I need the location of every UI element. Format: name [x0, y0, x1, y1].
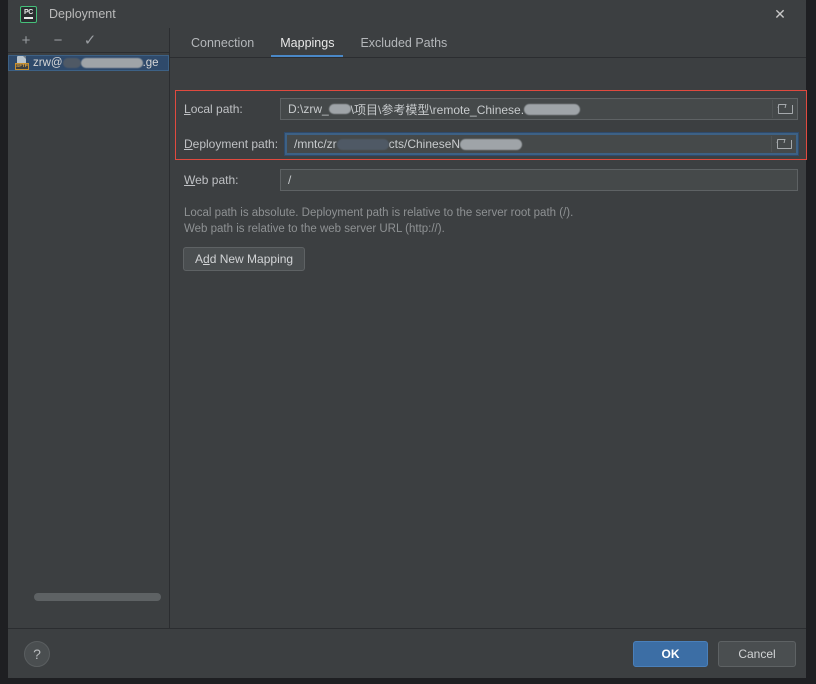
deployment-dialog: PC Deployment ✕ + − ✓ SFTP zrw@ .ge [0, 0, 816, 684]
window-edge-left [0, 0, 8, 684]
cancel-button[interactable]: Cancel [718, 641, 796, 667]
server-name-redaction-2 [81, 58, 143, 68]
local-path-redaction-1 [329, 104, 351, 114]
server-name-prefix: zrw@ [33, 57, 63, 69]
pycharm-icon: PC [20, 6, 37, 23]
sidebar-scrollbar-thumb[interactable] [34, 593, 161, 601]
web-path-label: Web path: [184, 173, 238, 187]
local-path-input[interactable]: D:\zrw_ \项目\参考模型\remote_Chinese. [280, 98, 798, 120]
title-bar: PC Deployment ✕ [8, 0, 806, 28]
add-server-button[interactable]: + [18, 32, 34, 48]
tab-connection[interactable]: Connection [178, 36, 267, 57]
server-list: SFTP zrw@ .ge [8, 52, 169, 604]
ok-button[interactable]: OK [633, 641, 708, 667]
dialog-footer: ? OK Cancel [8, 628, 806, 678]
set-default-server-button[interactable]: ✓ [82, 32, 98, 48]
hint-line-1: Local path is absolute. Deployment path … [184, 205, 573, 221]
main-panel: Connection Mappings Excluded Paths Local… [170, 28, 806, 628]
local-path-row: Local path: [184, 98, 243, 120]
local-path-label: Local path: [184, 102, 243, 116]
deployment-path-input[interactable]: /mntc/zr cts/ChineseN [285, 133, 798, 155]
local-path-value-mid: \项目\参考模型\remote_Chinese. [351, 101, 524, 118]
close-icon[interactable]: ✕ [758, 0, 802, 28]
help-button[interactable]: ? [24, 641, 50, 667]
server-name-suffix: .ge [143, 57, 159, 69]
web-path-row: Web path: [184, 169, 238, 191]
tab-bar: Connection Mappings Excluded Paths [170, 28, 806, 58]
deployment-path-value-mid: cts/ChineseN [389, 137, 460, 151]
local-path-browse-button[interactable] [772, 100, 796, 118]
window-edge-bottom [0, 678, 816, 684]
sidebar-toolbar: + − ✓ [8, 28, 169, 52]
tab-excluded-paths[interactable]: Excluded Paths [347, 36, 460, 57]
folder-icon [778, 104, 791, 114]
sftp-icon: SFTP [15, 56, 30, 70]
web-path-value: / [288, 173, 291, 187]
deployment-path-value-head: /mntc/zr [294, 137, 337, 151]
server-name-redaction [63, 58, 81, 68]
server-sidebar: + − ✓ SFTP zrw@ .ge [8, 28, 170, 628]
local-path-value-head: D:\zrw_ [288, 102, 329, 116]
server-list-item-label: zrw@ .ge [33, 57, 159, 69]
hint-line-2: Web path is relative to the web server U… [184, 221, 445, 237]
deployment-path-row: Deployment path: [184, 133, 278, 155]
web-path-input[interactable]: / [280, 169, 798, 191]
add-new-mapping-button[interactable]: Add New Mapping [183, 247, 305, 271]
server-list-item-sftp[interactable]: SFTP zrw@ .ge [8, 55, 169, 71]
local-path-redaction-2 [524, 104, 580, 115]
deployment-path-redaction-2 [460, 139, 522, 150]
sidebar-scrollbar-track [8, 590, 169, 604]
window-edge-right [806, 0, 816, 684]
window-title: Deployment [49, 7, 116, 21]
folder-icon [777, 139, 790, 149]
tab-mappings[interactable]: Mappings [267, 36, 347, 57]
remove-server-button[interactable]: − [50, 32, 66, 48]
deployment-path-browse-button[interactable] [771, 136, 795, 152]
deployment-path-label: Deployment path: [184, 137, 278, 151]
deployment-path-redaction-1 [337, 139, 389, 150]
